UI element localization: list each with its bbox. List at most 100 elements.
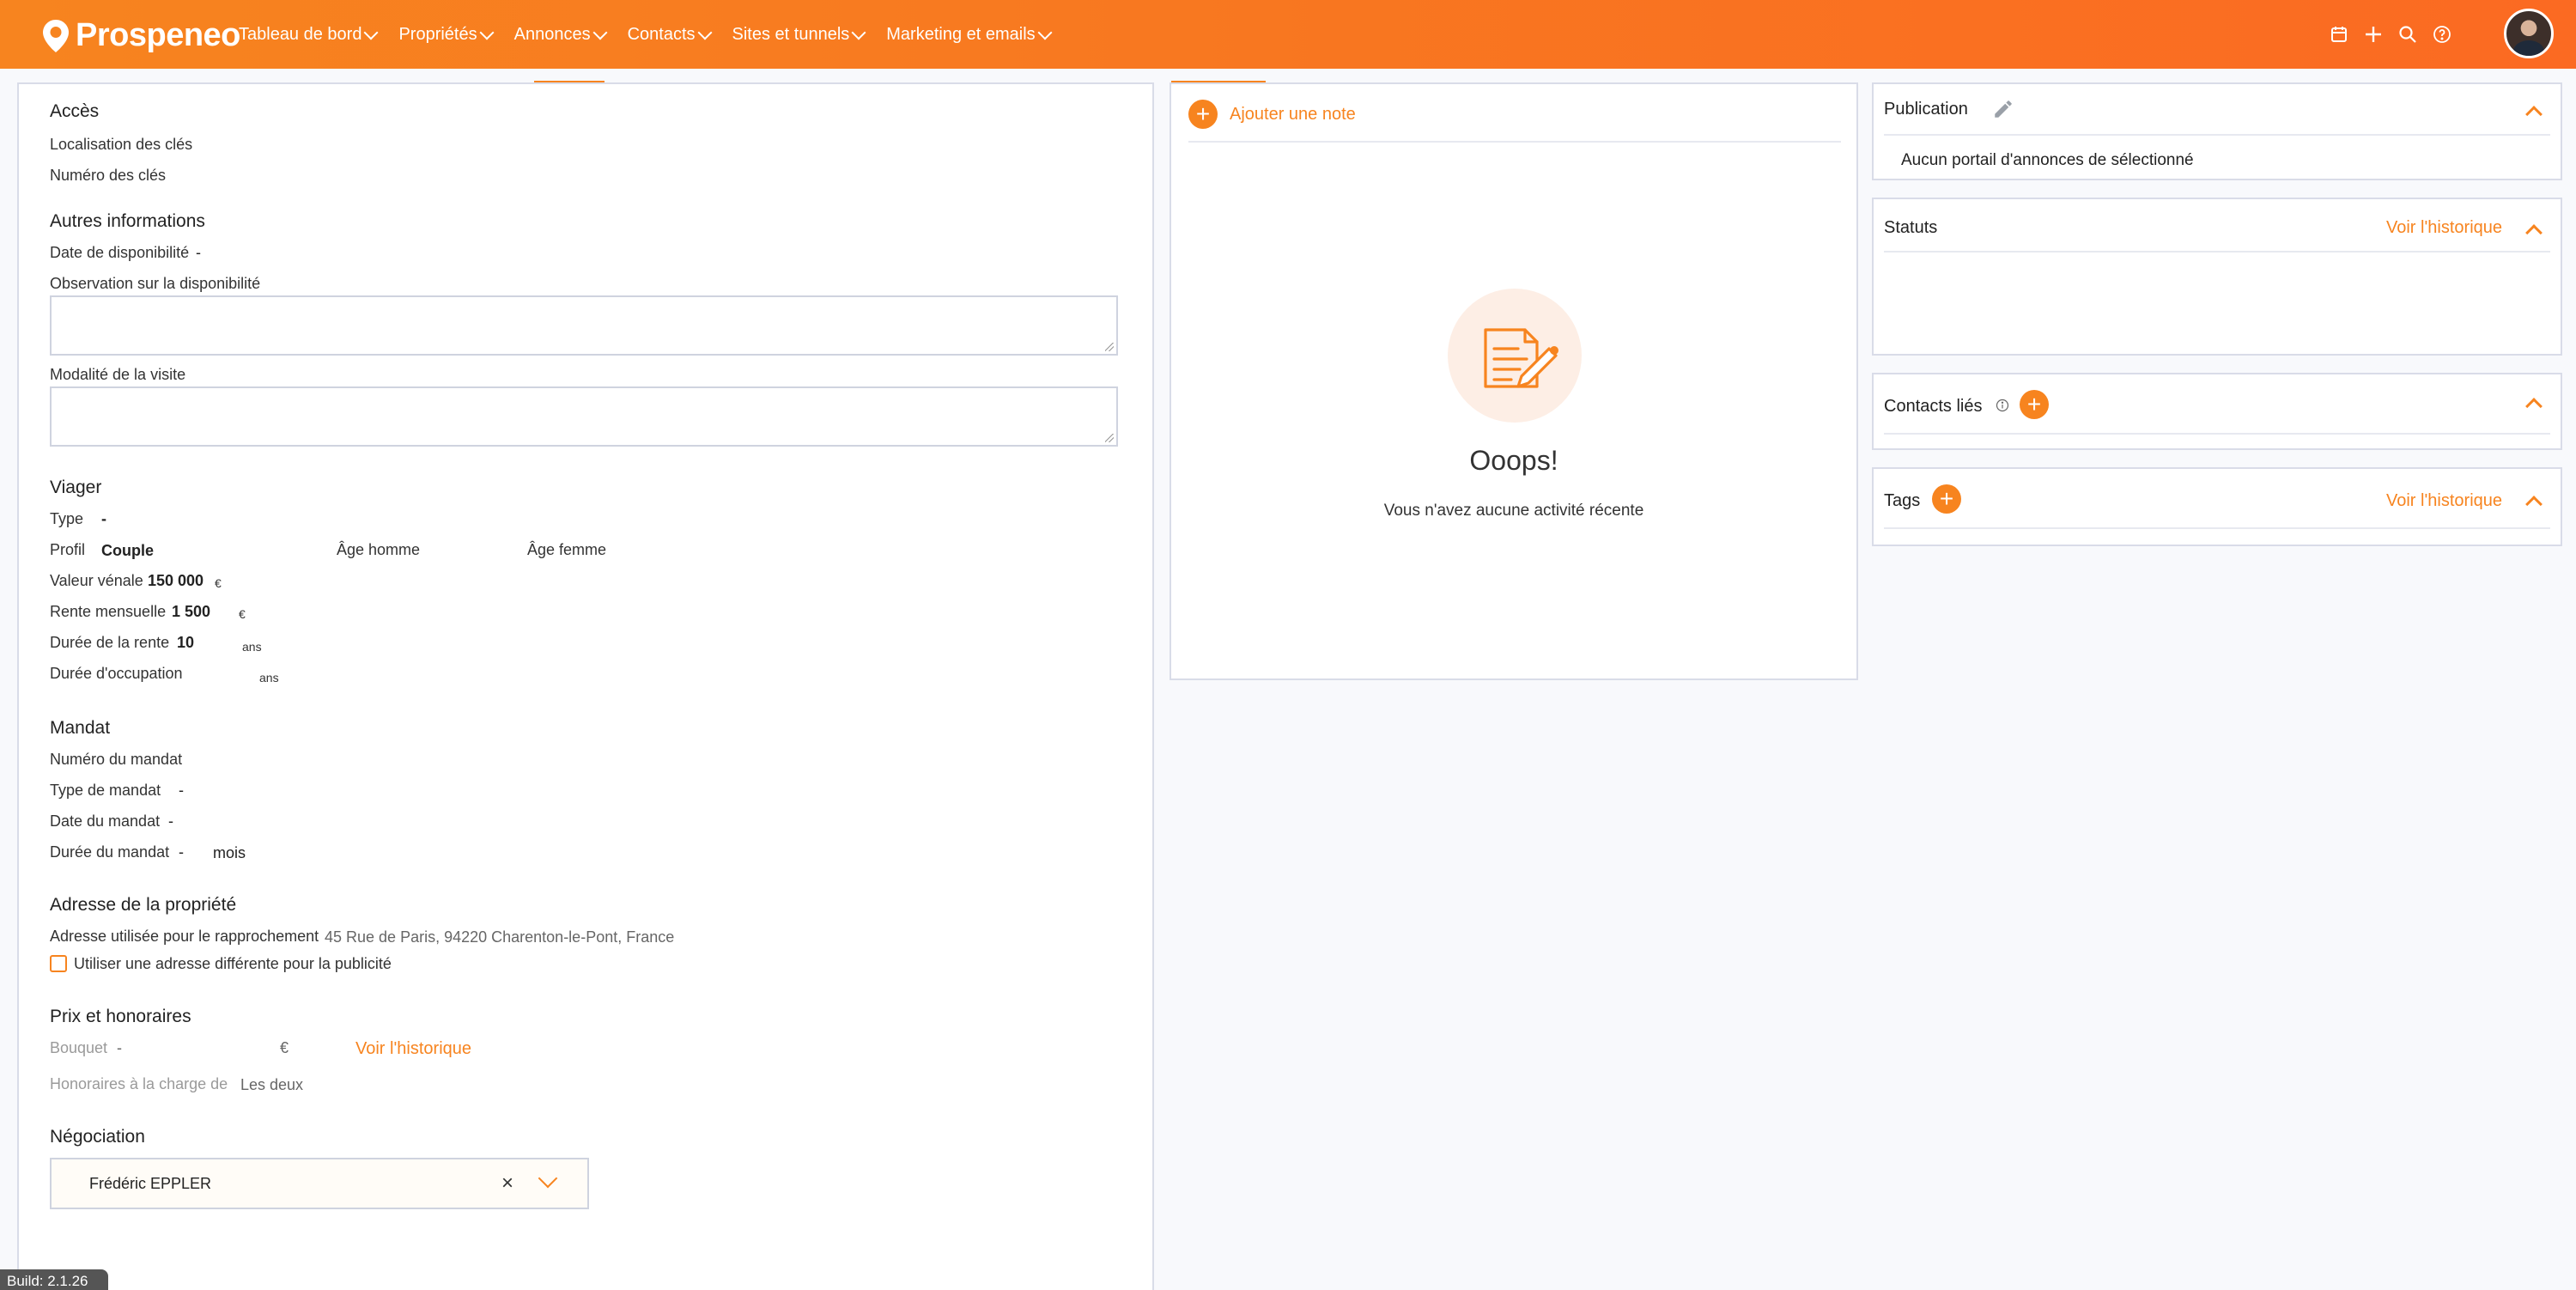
plus-icon[interactable] <box>2358 19 2389 50</box>
section-title-autres: Autres informations <box>50 211 205 231</box>
observation-textarea[interactable] <box>50 295 1118 356</box>
section-title-prix: Prix et honoraires <box>50 1007 191 1026</box>
tags-title: Tags <box>1884 491 1921 510</box>
empty-state-text: Vous n'avez aucune activité récente <box>1383 502 1644 520</box>
publication-card: Publication Aucun portail d'annonces de … <box>1872 82 2562 180</box>
help-icon[interactable] <box>2427 19 2458 50</box>
prix-voir-historique-link[interactable]: Voir l'historique <box>355 1039 471 1059</box>
add-note-link[interactable]: Ajouter une note <box>1230 105 1356 125</box>
collapse-icon[interactable] <box>2525 496 2543 513</box>
rente-mensuelle-value[interactable]: 1 500 <box>172 603 210 621</box>
valeur-venale-unit: € <box>215 576 222 590</box>
chevron-down-icon <box>1037 25 1053 40</box>
section-title-adresse: Adresse de la propriété <box>50 895 237 915</box>
nav-label: Sites et tunnels <box>732 24 850 44</box>
section-title-viager: Viager <box>50 478 102 497</box>
nav-proprietes[interactable]: Propriétés <box>398 24 495 45</box>
property-details-panel: Accès Localisation des clés Numéro des c… <box>17 82 1154 1290</box>
publication-title: Publication <box>1884 100 1968 119</box>
section-title-negociation: Négociation <box>50 1127 145 1147</box>
type-mandat-label: Type de mandat <box>50 782 161 799</box>
age-femme-label: Âge femme <box>527 541 607 558</box>
adresse-rapprochement-label: Adresse utilisée pour le rapprochement <box>50 928 319 945</box>
card-divider <box>1884 251 2550 253</box>
chevron-down-icon <box>697 25 713 40</box>
chevron-down-icon <box>363 25 379 40</box>
search-icon[interactable] <box>2392 19 2423 50</box>
nav-label: Propriétés <box>398 24 477 44</box>
user-avatar[interactable] <box>2504 9 2554 58</box>
contacts-lies-title: Contacts liés <box>1884 397 1983 416</box>
localisation-cles-label: Localisation des clés <box>50 136 193 153</box>
collapse-icon[interactable] <box>2525 224 2543 241</box>
brand-name: Prospeneo <box>76 17 240 53</box>
date-disponibilite-value[interactable]: - <box>196 244 201 262</box>
collapse-icon[interactable] <box>2525 398 2543 415</box>
duree-occupation-label: Durée d'occupation <box>50 665 183 682</box>
brand-logo[interactable]: Prospeneo <box>41 17 240 54</box>
top-navigation-bar: Prospeneo Tableau de bord Propriétés Ann… <box>0 0 2576 69</box>
duree-rente-unit: ans <box>242 640 262 654</box>
add-note-icon[interactable]: + <box>1188 100 1218 129</box>
duree-mandat-label: Durée du mandat <box>50 843 170 861</box>
adresse-publicite-label[interactable]: Utiliser une adresse différente pour la … <box>74 955 392 973</box>
date-mandat-label: Date du mandat <box>50 812 161 830</box>
nav-label: Marketing et emails <box>886 24 1036 44</box>
rente-mensuelle-unit: € <box>239 607 246 621</box>
bouquet-label: Bouquet <box>50 1039 108 1056</box>
date-mandat-value[interactable]: - <box>168 812 173 831</box>
statuts-card: Statuts Voir l'historique <box>1872 198 2562 356</box>
bouquet-value[interactable]: - <box>117 1039 122 1057</box>
modalite-visite-textarea[interactable] <box>50 386 1118 447</box>
info-icon[interactable] <box>1996 399 2009 412</box>
pencil-icon[interactable] <box>1992 98 2014 120</box>
duree-occupation-unit: ans <box>259 671 279 685</box>
statuts-title: Statuts <box>1884 218 1938 237</box>
nav-annonces[interactable]: Annonces <box>513 24 608 45</box>
main-menu: Tableau de bord Propriétés Annonces Cont… <box>239 0 1072 69</box>
adresse-rapprochement-value: 45 Rue de Paris, 94220 Charenton-le-Pont… <box>325 928 675 946</box>
tags-card: Tags + Voir l'historique <box>1872 467 2562 546</box>
date-disponibilite-label: Date de disponibilité <box>50 244 190 261</box>
chevron-down-icon <box>851 25 866 40</box>
add-contact-icon[interactable]: + <box>2020 390 2049 419</box>
negociateur-selected-value: Frédéric EPPLER <box>89 1175 212 1192</box>
numero-mandat-label: Numéro du mandat <box>50 751 183 768</box>
viager-type-label: Type <box>50 510 84 527</box>
section-title-acces: Accès <box>50 101 100 121</box>
nav-label: Tableau de bord <box>239 24 362 44</box>
card-divider <box>1884 527 2550 529</box>
honoraires-value[interactable]: Les deux <box>240 1076 303 1094</box>
duree-rente-value[interactable]: 10 <box>177 634 194 652</box>
rente-mensuelle-label: Rente mensuelle <box>50 603 167 620</box>
nav-contacts[interactable]: Contacts <box>628 25 713 45</box>
add-tag-icon[interactable]: + <box>1932 484 1961 514</box>
location-pin-icon <box>41 19 70 53</box>
statuts-voir-historique-link[interactable]: Voir l'historique <box>2386 218 2502 238</box>
negociateur-select[interactable]: Frédéric EPPLER × <box>50 1158 589 1209</box>
duree-mandat-value[interactable]: - <box>179 843 184 861</box>
build-version-badge: Build: 2.1.26 <box>0 1269 108 1290</box>
honoraires-label: Honoraires à la charge de <box>50 1075 228 1092</box>
nav-marketing-et-emails[interactable]: Marketing et emails <box>886 24 1053 45</box>
nav-sites-et-tunnels[interactable]: Sites et tunnels <box>732 24 866 45</box>
contacts-lies-card: Contacts liés + <box>1872 373 2562 450</box>
type-mandat-value[interactable]: - <box>179 782 184 800</box>
nav-tableau-de-bord[interactable]: Tableau de bord <box>239 24 379 45</box>
chevron-down-icon[interactable] <box>538 1168 558 1189</box>
card-divider <box>1884 433 2550 435</box>
profil-value[interactable]: Couple <box>101 542 154 560</box>
viager-type-value[interactable]: - <box>101 510 106 528</box>
duree-rente-label: Durée de la rente <box>50 634 170 651</box>
tags-voir-historique-link[interactable]: Voir l'historique <box>2386 491 2502 511</box>
valeur-venale-value[interactable]: 150 000 <box>148 572 204 590</box>
card-divider <box>1884 134 2550 136</box>
numero-cles-label: Numéro des clés <box>50 167 167 184</box>
adresse-publicite-checkbox[interactable] <box>50 955 67 972</box>
collapse-icon[interactable] <box>2525 106 2543 123</box>
nav-label: Annonces <box>513 24 591 44</box>
notes-divider <box>1188 141 1841 143</box>
profil-label: Profil <box>50 541 86 558</box>
close-icon[interactable]: × <box>501 1171 513 1196</box>
calendar-icon[interactable] <box>2324 19 2354 50</box>
